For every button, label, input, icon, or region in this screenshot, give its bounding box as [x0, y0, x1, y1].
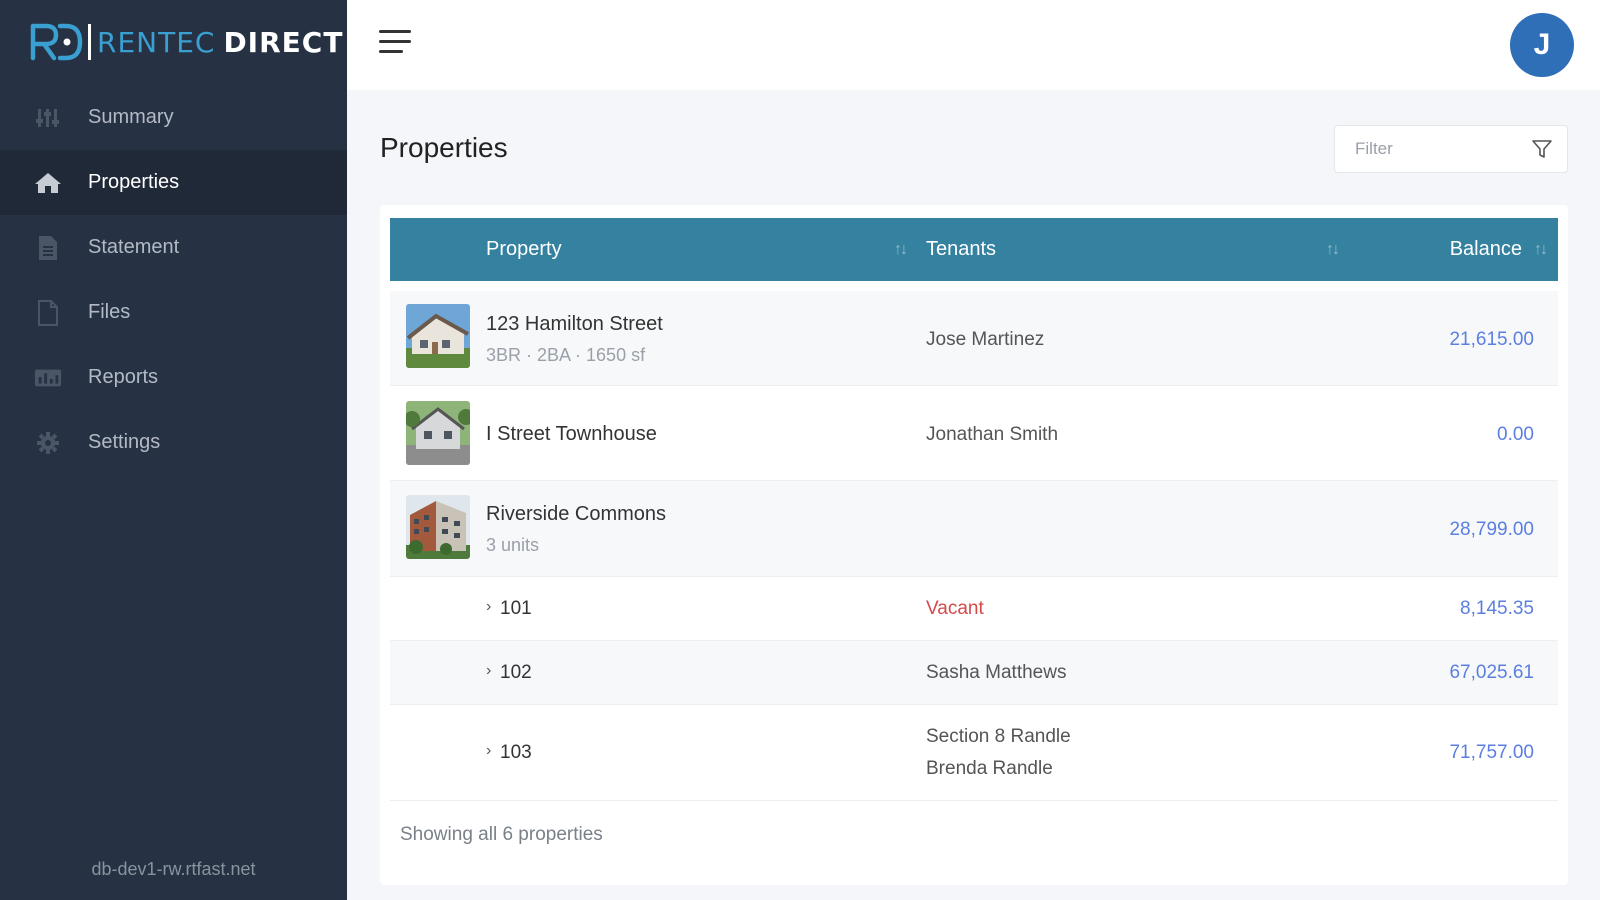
- balance-amount[interactable]: 67,025.61: [1449, 662, 1534, 684]
- sidebar-item-summary[interactable]: Summary: [0, 85, 347, 150]
- table-footer-count: Showing all 6 properties: [400, 824, 603, 845]
- column-header-tenants[interactable]: Tenants ↑↓: [926, 218, 1340, 281]
- filter-icon[interactable]: [1531, 138, 1553, 160]
- unit-row[interactable]: › 103 Section 8 Randle Brenda Randle 71,…: [390, 705, 1558, 801]
- property-thumbnail[interactable]: [406, 304, 470, 368]
- balance-amount[interactable]: 8,145.35: [1460, 598, 1534, 620]
- filter-input[interactable]: [1355, 139, 1525, 159]
- property-name[interactable]: Riverside Commons: [486, 503, 666, 526]
- chevron-right-icon[interactable]: ›: [486, 598, 491, 616]
- column-header-property[interactable]: Property ↑↓: [486, 218, 908, 281]
- tenant-name[interactable]: Section 8 Randle: [926, 726, 1071, 748]
- menu-line: [379, 40, 411, 43]
- property-thumbnail[interactable]: [406, 401, 470, 465]
- balance-amount[interactable]: 71,757.00: [1449, 742, 1534, 764]
- brand-name: RENTEC DIRECT: [97, 26, 343, 59]
- sidebar-nav: Summary Properties Statement Files Repor…: [0, 85, 347, 475]
- tenant-name[interactable]: Jonathan Smith: [926, 424, 1058, 446]
- column-label: Tenants: [926, 238, 997, 260]
- house-photo-icon: [406, 304, 470, 368]
- sort-icon[interactable]: ↑↓: [1326, 241, 1340, 259]
- filter-box[interactable]: [1334, 125, 1568, 173]
- sidebar-item-label: Reports: [88, 366, 159, 388]
- report-icon: [34, 365, 62, 391]
- sidebar-item-properties[interactable]: Properties: [0, 150, 347, 215]
- sidebar-item-label: Statement: [88, 236, 180, 258]
- file-icon: [34, 299, 62, 326]
- unit-name[interactable]: 103: [500, 742, 532, 764]
- document-icon: [34, 235, 62, 261]
- table-header: Property ↑↓ Tenants ↑↓ Balance ↑↓: [390, 218, 1558, 281]
- brand-name-rentec: RENTEC: [97, 25, 216, 59]
- rd-logo-icon: [30, 23, 83, 61]
- table-row[interactable]: I Street Townhouse Jonathan Smith 0.00: [390, 386, 1558, 481]
- sidebar-item-statement[interactable]: Statement: [0, 215, 347, 280]
- property-name[interactable]: 123 Hamilton Street: [486, 313, 663, 336]
- sidebar-item-files[interactable]: Files: [0, 280, 347, 345]
- sidebar-item-label: Summary: [88, 106, 174, 128]
- sidebar-item-reports[interactable]: Reports: [0, 345, 347, 410]
- sort-icon[interactable]: ↑↓: [1534, 241, 1548, 259]
- property-details: 3 units: [486, 535, 540, 555]
- top-bar: J: [347, 0, 1600, 90]
- property-details: 3BR · 2BA · 1650 sf: [486, 345, 646, 365]
- sidebar-item-label: Properties: [88, 171, 180, 193]
- gear-icon: [34, 430, 62, 456]
- balance-amount[interactable]: 21,615.00: [1449, 329, 1534, 351]
- menu-line: [379, 50, 403, 53]
- home-icon: [34, 170, 62, 196]
- unit-name[interactable]: 102: [500, 662, 532, 684]
- page-title: Properties: [380, 132, 508, 163]
- chevron-right-icon[interactable]: ›: [486, 662, 491, 680]
- table-row[interactable]: Riverside Commons 3 units 28,799.00: [390, 481, 1558, 577]
- menu-line: [379, 30, 411, 33]
- balance-amount[interactable]: 0.00: [1497, 424, 1534, 446]
- tenant-name[interactable]: Jose Martinez: [926, 329, 1044, 351]
- user-avatar[interactable]: J: [1510, 13, 1574, 77]
- sliders-icon: [34, 105, 62, 131]
- unit-row[interactable]: › 102 Sasha Matthews 67,025.61: [390, 641, 1558, 705]
- unit-row[interactable]: › 101 Vacant 8,145.35: [390, 577, 1558, 641]
- property-name[interactable]: I Street Townhouse: [486, 423, 657, 446]
- tenant-name[interactable]: Sasha Matthews: [926, 662, 1066, 684]
- unit-name[interactable]: 101: [500, 598, 532, 620]
- townhouse-photo-icon: [406, 401, 470, 465]
- table-row[interactable]: 123 Hamilton Street 3BR · 2BA · 1650 sf …: [390, 291, 1558, 386]
- menu-toggle-button[interactable]: [379, 30, 411, 58]
- column-label: Balance: [1449, 238, 1522, 260]
- sidebar: RENTEC DIRECT Summary Properties Statemen…: [0, 0, 347, 900]
- sidebar-item-settings[interactable]: Settings: [0, 410, 347, 475]
- sidebar-item-label: Settings: [88, 431, 161, 453]
- brand-logo[interactable]: RENTEC DIRECT: [30, 20, 343, 64]
- chevron-right-icon[interactable]: ›: [486, 742, 491, 760]
- properties-table: Property ↑↓ Tenants ↑↓ Balance ↑↓ 123 Ha…: [380, 205, 1568, 885]
- balance-amount[interactable]: 28,799.00: [1449, 519, 1534, 541]
- property-thumbnail[interactable]: [406, 495, 470, 559]
- logo-divider: [88, 24, 91, 60]
- apartment-photo-icon: [406, 495, 470, 559]
- tenant-name[interactable]: Brenda Randle: [926, 758, 1053, 780]
- server-hostname: db-dev1-rw.rtfast.net: [91, 859, 256, 879]
- brand-name-direct: DIRECT: [223, 25, 344, 59]
- sidebar-item-label: Files: [88, 301, 131, 323]
- column-label: Property: [486, 238, 562, 260]
- sort-icon[interactable]: ↑↓: [894, 241, 908, 259]
- vacant-status: Vacant: [926, 598, 984, 619]
- column-header-balance[interactable]: Balance ↑↓: [1346, 218, 1548, 281]
